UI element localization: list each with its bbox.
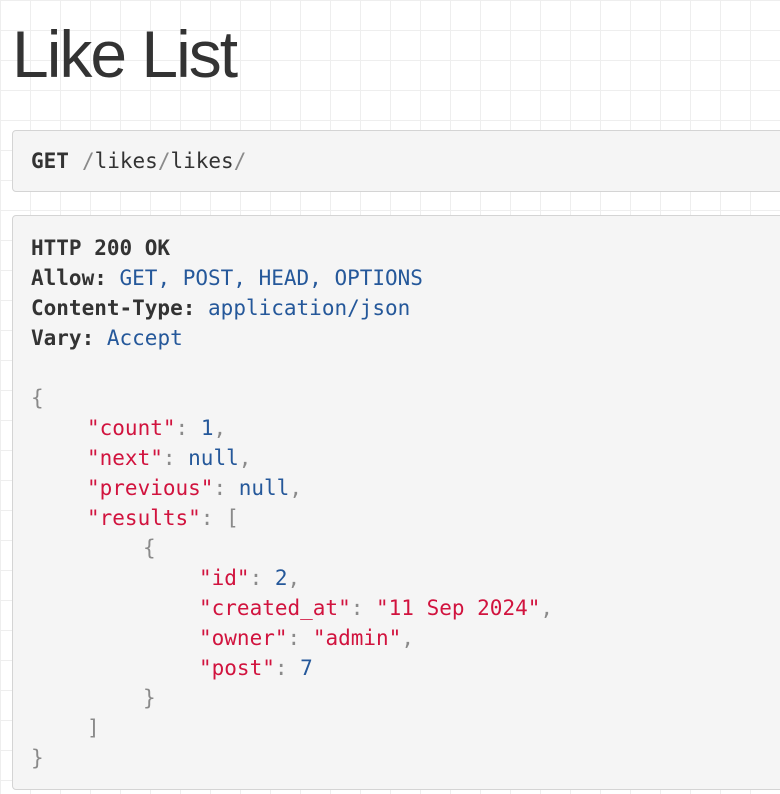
json-colon: : (249, 566, 275, 590)
json-line: "results": [ (31, 503, 780, 533)
response-header-content-type: Content-Type: application/json (31, 293, 780, 323)
json-colon: : (200, 506, 227, 530)
json-value: null (188, 446, 239, 470)
json-colon: : (287, 626, 313, 650)
json-colon: : (162, 446, 189, 470)
json-value: "11 Sep 2024" (376, 596, 541, 620)
json-comma: , (289, 476, 302, 500)
page-title: Like List (12, 17, 238, 91)
json-value: 2 (274, 566, 288, 590)
json-line: } (31, 683, 780, 713)
json-value: 1 (200, 416, 214, 440)
header-value: application/json (208, 296, 411, 320)
json-key: "post" (199, 656, 275, 680)
request-path: /likes/likes/ (82, 149, 246, 173)
json-comma: , (540, 596, 554, 620)
json-key: "count" (87, 416, 176, 440)
request-info: GET /likes/likes/ (12, 130, 780, 192)
breadcrumb-link-likes[interactable]: likes (95, 149, 158, 173)
json-key: "next" (87, 446, 163, 470)
json-line: "post": 7 (31, 653, 780, 683)
json-close-brace: } (31, 746, 44, 770)
response-info: HTTP 200 OK Allow: GET, POST, HEAD, OPTI… (12, 215, 780, 790)
json-value: 7 (300, 656, 313, 680)
header-name: Content-Type: (31, 296, 196, 320)
json-comma: , (401, 626, 414, 650)
json-close-bracket: ] (87, 716, 100, 740)
response-header-allow: Allow: GET, POST, HEAD, OPTIONS (31, 263, 780, 293)
json-line: "count": 1, (31, 413, 780, 443)
json-line: { (31, 533, 780, 563)
json-line: { (31, 383, 780, 413)
json-line: "id": 2, (31, 563, 780, 593)
response-header-vary: Vary: Accept (31, 323, 780, 353)
json-comma: , (287, 566, 301, 590)
request-method: GET (31, 149, 69, 173)
json-open-bracket: [ (226, 506, 239, 530)
http-status: HTTP 200 OK (31, 236, 171, 260)
header-value: Accept (106, 326, 183, 350)
json-line: ] (31, 713, 780, 743)
json-colon: : (175, 416, 201, 440)
header-name: Vary: (31, 326, 95, 350)
json-key: "previous" (87, 476, 214, 500)
response-status-line: HTTP 200 OK (31, 233, 780, 263)
json-line: "created_at": "11 Sep 2024", (31, 593, 780, 623)
json-key: "results" (87, 506, 201, 530)
json-key: "owner" (199, 626, 288, 650)
json-key: "id" (199, 566, 250, 590)
json-value: "admin" (312, 626, 402, 650)
json-colon: : (350, 596, 377, 620)
json-open-brace: { (143, 536, 156, 560)
json-colon: : (213, 476, 239, 500)
json-comma: , (238, 446, 252, 470)
json-value: null (238, 476, 290, 500)
path-separator: / (157, 149, 171, 173)
path-separator: / (233, 149, 247, 173)
json-open-brace: { (31, 386, 44, 410)
json-comma: , (213, 416, 227, 440)
json-line: } (31, 743, 780, 773)
header-name: Allow: (31, 266, 107, 290)
json-key: "created_at" (199, 596, 351, 620)
json-line: "previous": null, (31, 473, 780, 503)
json-line: "next": null, (31, 443, 780, 473)
path-separator: / (81, 149, 95, 173)
json-close-brace: } (143, 686, 156, 710)
header-value: GET, POST, HEAD, OPTIONS (119, 266, 423, 290)
json-line: "owner": "admin", (31, 623, 780, 653)
breadcrumb-link-likes-list[interactable]: likes (170, 149, 233, 173)
json-colon: : (274, 656, 301, 680)
